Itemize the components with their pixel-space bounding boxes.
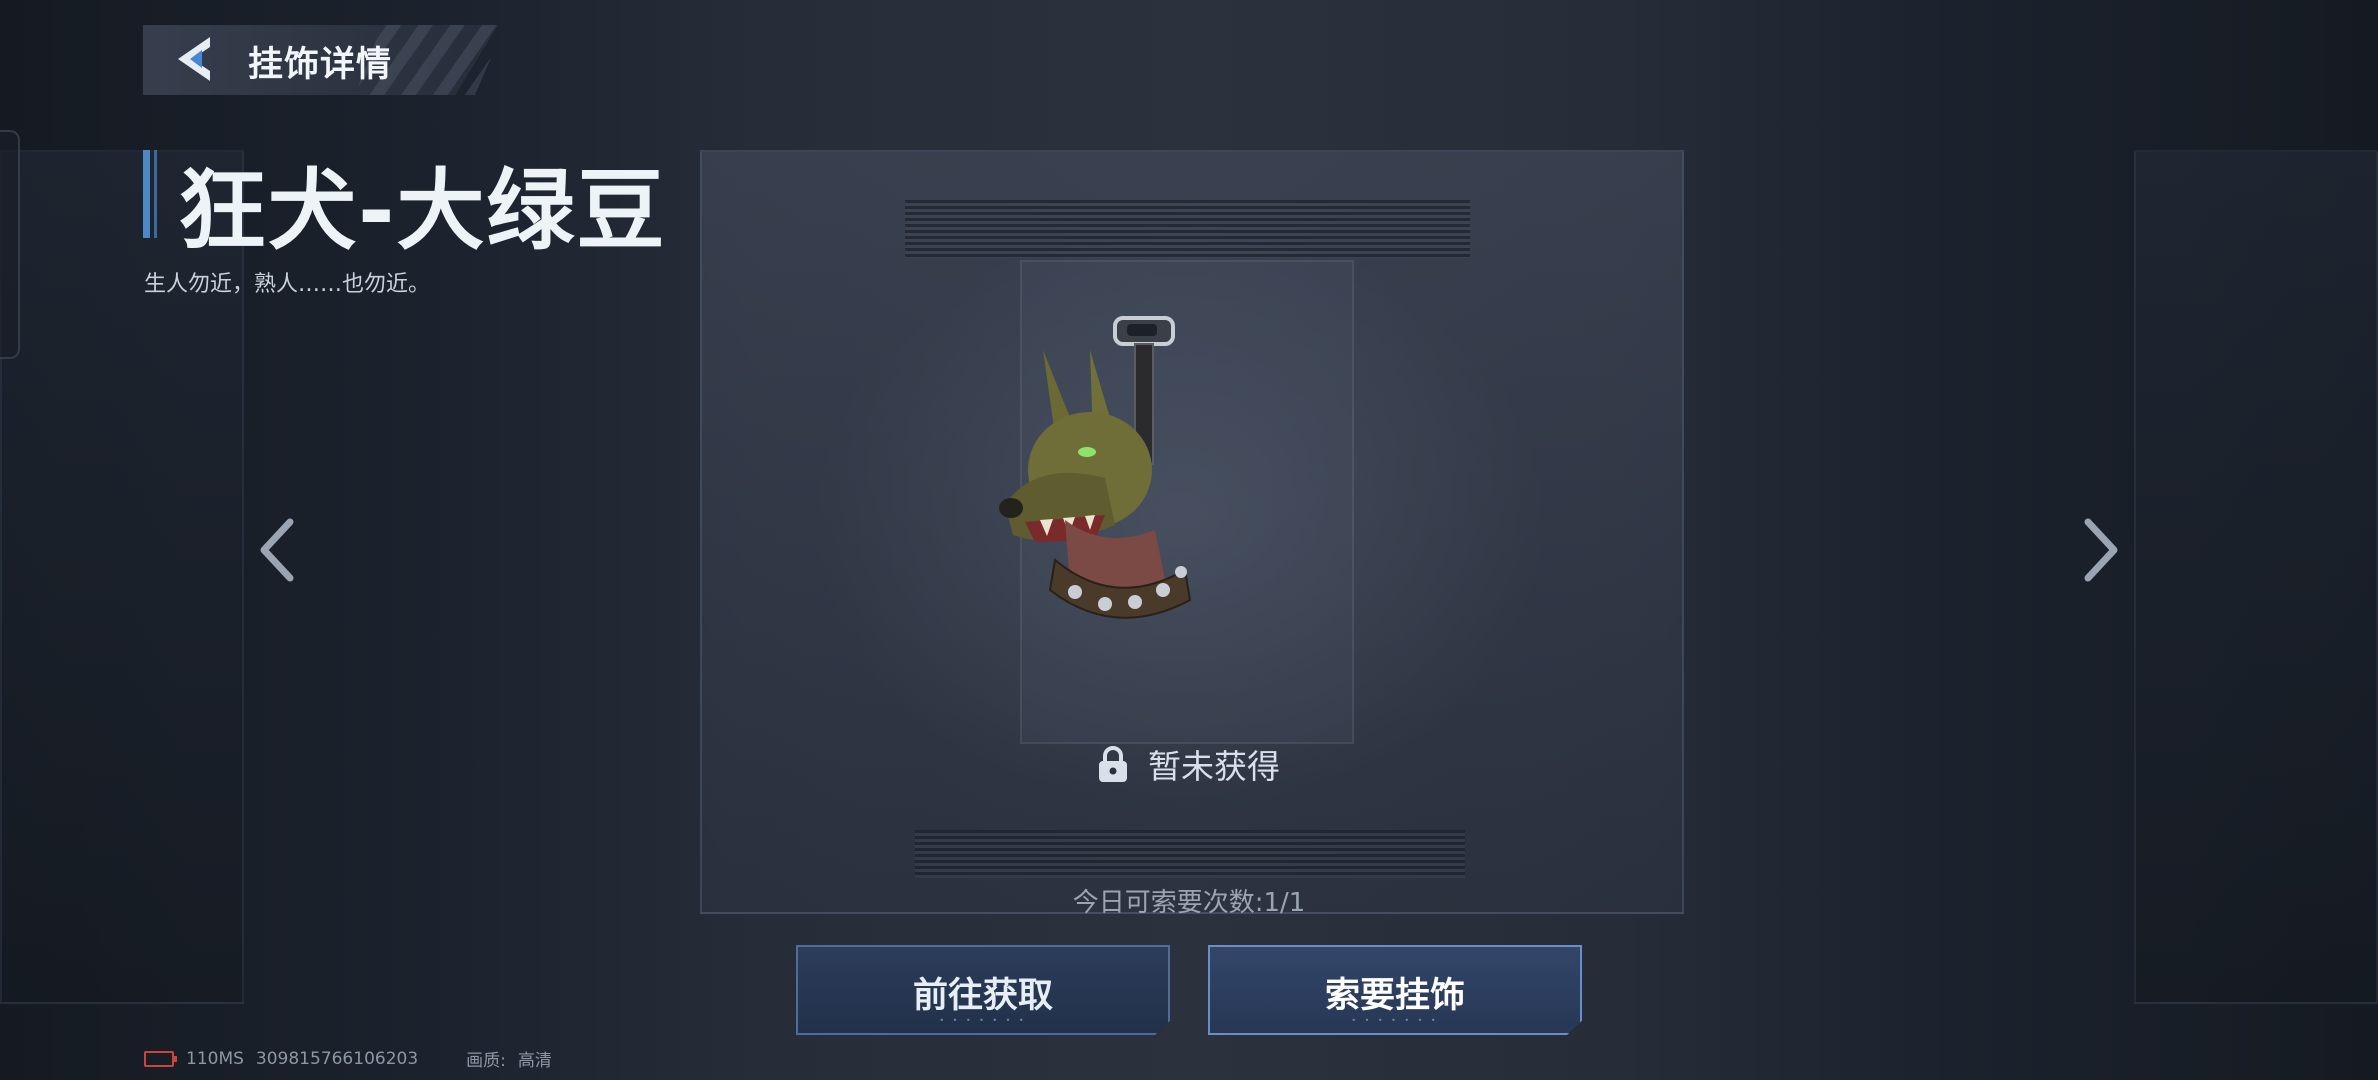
next-item-button[interactable] [2068, 510, 2128, 590]
back-chevron-icon [178, 37, 210, 81]
user-id: 309815766106203 [255, 1048, 419, 1069]
battery-low-icon [144, 1050, 177, 1067]
quality-value: 高清 [517, 1051, 552, 1071]
status-footer: 110MS 309815766106203 画质: 高清 [144, 1046, 552, 1071]
quality-label: 画质: [466, 1051, 506, 1071]
side-drawer-handle[interactable] [0, 130, 20, 359]
request-pendant-button[interactable]: 索要挂饰 • • • • • • • [1208, 945, 1582, 1035]
lock-icon [1099, 746, 1127, 782]
chevron-left-icon [260, 518, 294, 582]
ownership-status: 暂未获得 [1096, 740, 1280, 788]
request-pendant-label: 索要挂饰 [1324, 976, 1465, 1016]
back-button[interactable] [172, 33, 224, 85]
go-obtain-label: 前往获取 [912, 976, 1053, 1016]
title-accent-bar-secondary [154, 150, 157, 238]
title-accent-bar [143, 150, 150, 238]
pendant-dog-image [995, 310, 1215, 620]
item-description: 生人勿近，熟人……也勿近。 [144, 272, 431, 297]
top-vent [905, 200, 1470, 258]
status-text: 暂未获得 [1148, 747, 1280, 786]
right-wall-panel [2134, 150, 2378, 1004]
button-decoration: • • • • • • • [939, 1016, 1027, 1025]
button-decoration: • • • • • • • [1351, 1016, 1439, 1025]
item-name: 狂犬-大绿豆 [178, 159, 667, 262]
page-title: 挂饰详情 [248, 45, 393, 85]
prev-item-button[interactable] [250, 510, 310, 590]
chevron-right-icon [2084, 518, 2118, 582]
daily-request-count: 今日可索要次数:1/1 [1072, 888, 1306, 918]
ping-value: 110MS [186, 1048, 244, 1069]
go-obtain-button[interactable]: 前往获取 • • • • • • • [796, 945, 1170, 1035]
bottom-vent [915, 830, 1465, 878]
